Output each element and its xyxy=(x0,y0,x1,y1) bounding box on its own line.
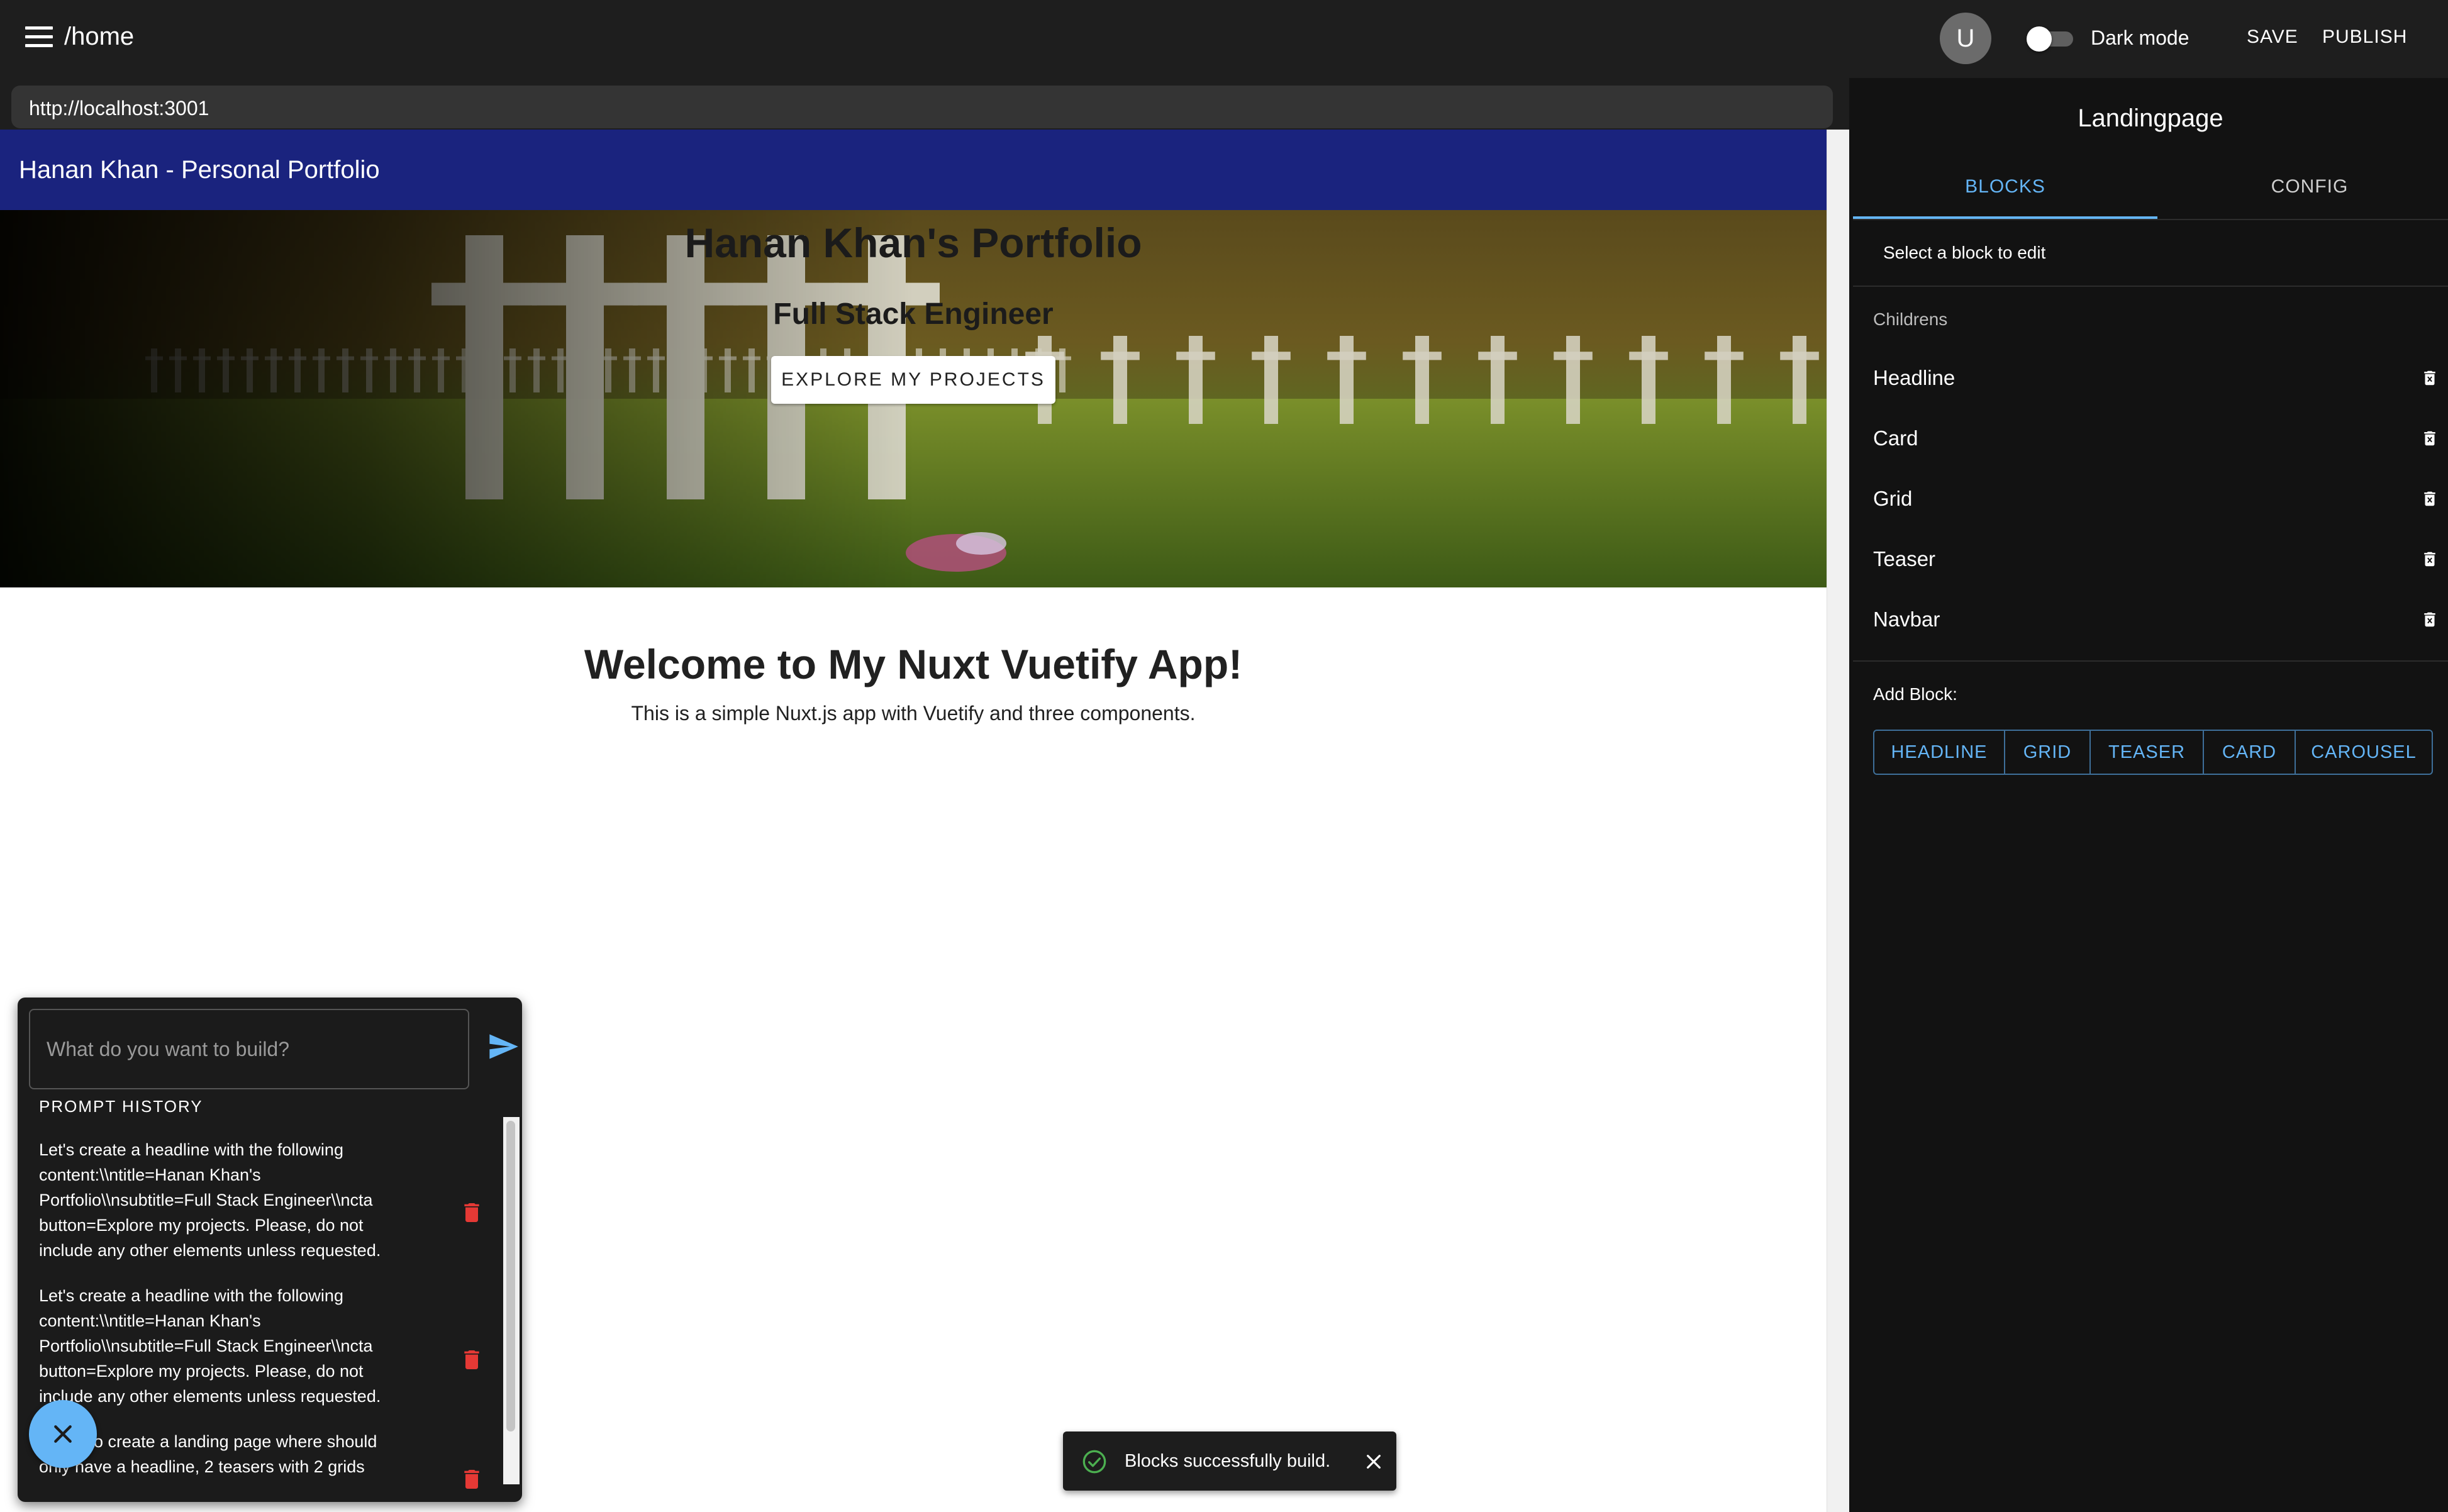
current-path: /home xyxy=(64,23,135,50)
tab-blocks[interactable]: BLOCKS xyxy=(1853,176,2157,219)
delete-block-icon[interactable] xyxy=(2420,547,2439,571)
site-title: Hanan Khan - Personal Portfolio xyxy=(19,156,380,184)
select-block-hint: Select a block to edit xyxy=(1883,243,2046,262)
child-label: Teaser xyxy=(1873,547,1936,570)
child-label: Navbar xyxy=(1873,608,1940,631)
check-circle-icon xyxy=(1082,1450,1106,1474)
snackbar-close-icon[interactable] xyxy=(1364,1452,1384,1472)
history-item[interactable]: I want to create a landing page where sh… xyxy=(39,1429,429,1479)
add-teaser-button[interactable]: TEASER xyxy=(2091,731,2204,774)
tabs-divider xyxy=(1853,219,2448,220)
add-headline-button[interactable]: HEADLINE xyxy=(1874,731,2005,774)
add-card-button[interactable]: CARD xyxy=(2204,731,2296,774)
dark-mode-label: Dark mode xyxy=(2091,26,2189,49)
delete-block-icon[interactable] xyxy=(2420,426,2439,450)
prompt-input[interactable] xyxy=(29,1009,469,1089)
child-label: Grid xyxy=(1873,487,1913,510)
welcome-title: Welcome to My Nuxt Vuetify App! xyxy=(584,641,1243,687)
snackbar-message: Blocks successfully build. xyxy=(1125,1451,1331,1471)
add-block-button-group: HEADLINE GRID TEASER CARD CAROUSEL xyxy=(1873,730,2433,775)
success-snackbar: Blocks successfully build. xyxy=(1063,1431,1396,1491)
history-item[interactable]: Let's create a headline with the followi… xyxy=(39,1137,429,1263)
child-label: Headline xyxy=(1873,366,1956,389)
welcome-text: This is a simple Nuxt.js app with Vuetif… xyxy=(631,702,1196,725)
delete-history-icon[interactable] xyxy=(459,1346,484,1374)
child-item-card[interactable]: Card xyxy=(1853,414,2448,464)
children-label: Childrens xyxy=(1873,309,1948,329)
delete-block-icon[interactable] xyxy=(2420,487,2439,511)
child-label: Card xyxy=(1873,426,1918,450)
close-prompt-button[interactable] xyxy=(29,1400,97,1468)
add-carousel-button[interactable]: CAROUSEL xyxy=(2296,731,2432,774)
site-navbar: Hanan Khan - Personal Portfolio xyxy=(0,130,1827,210)
hero-section: Hanan Khan's Portfolio Full Stack Engine… xyxy=(0,210,1827,587)
app-bar: /home U Dark mode SAVE PUBLISH xyxy=(0,0,2448,78)
close-icon xyxy=(54,1425,72,1443)
children-divider xyxy=(1853,660,2448,662)
dark-mode-toggle[interactable] xyxy=(2027,26,2076,52)
save-button[interactable]: SAVE xyxy=(2247,26,2298,48)
url-bar[interactable]: http://localhost:3001 xyxy=(11,86,1833,128)
preview-scrollbar[interactable] xyxy=(1827,130,1849,1512)
history-scrollbar[interactable] xyxy=(503,1117,520,1484)
explore-projects-button[interactable]: EXPLORE MY PROJECTS xyxy=(771,356,1055,404)
child-item-navbar[interactable]: Navbar xyxy=(1853,595,2448,645)
section-divider xyxy=(1853,286,2448,287)
history-item[interactable]: Let's create a headline with the followi… xyxy=(39,1283,429,1409)
prompt-history-label: PROMPT HISTORY xyxy=(39,1097,203,1116)
hamburger-menu-icon[interactable] xyxy=(25,26,53,52)
add-block-label: Add Block: xyxy=(1873,684,1957,704)
editor-panel: Landingpage BLOCKS CONFIG Select a block… xyxy=(1853,78,2448,1512)
hero-title: Hanan Khan's Portfolio xyxy=(684,220,1142,266)
add-grid-button[interactable]: GRID xyxy=(2005,731,2091,774)
delete-history-icon[interactable] xyxy=(459,1199,484,1226)
child-item-teaser[interactable]: Teaser xyxy=(1853,535,2448,585)
publish-button[interactable]: PUBLISH xyxy=(2322,26,2407,48)
avatar[interactable]: U xyxy=(1940,13,1991,64)
delete-block-icon[interactable] xyxy=(2420,608,2439,631)
send-icon[interactable] xyxy=(487,1030,520,1063)
hero-subtitle: Full Stack Engineer xyxy=(773,297,1054,331)
tab-config[interactable]: CONFIG xyxy=(2157,176,2448,219)
editor-title: Landingpage xyxy=(2078,104,2223,132)
child-item-grid[interactable]: Grid xyxy=(1853,474,2448,525)
delete-history-icon[interactable] xyxy=(459,1465,484,1493)
child-item-headline[interactable]: Headline xyxy=(1853,353,2448,404)
delete-block-icon[interactable] xyxy=(2420,366,2439,390)
